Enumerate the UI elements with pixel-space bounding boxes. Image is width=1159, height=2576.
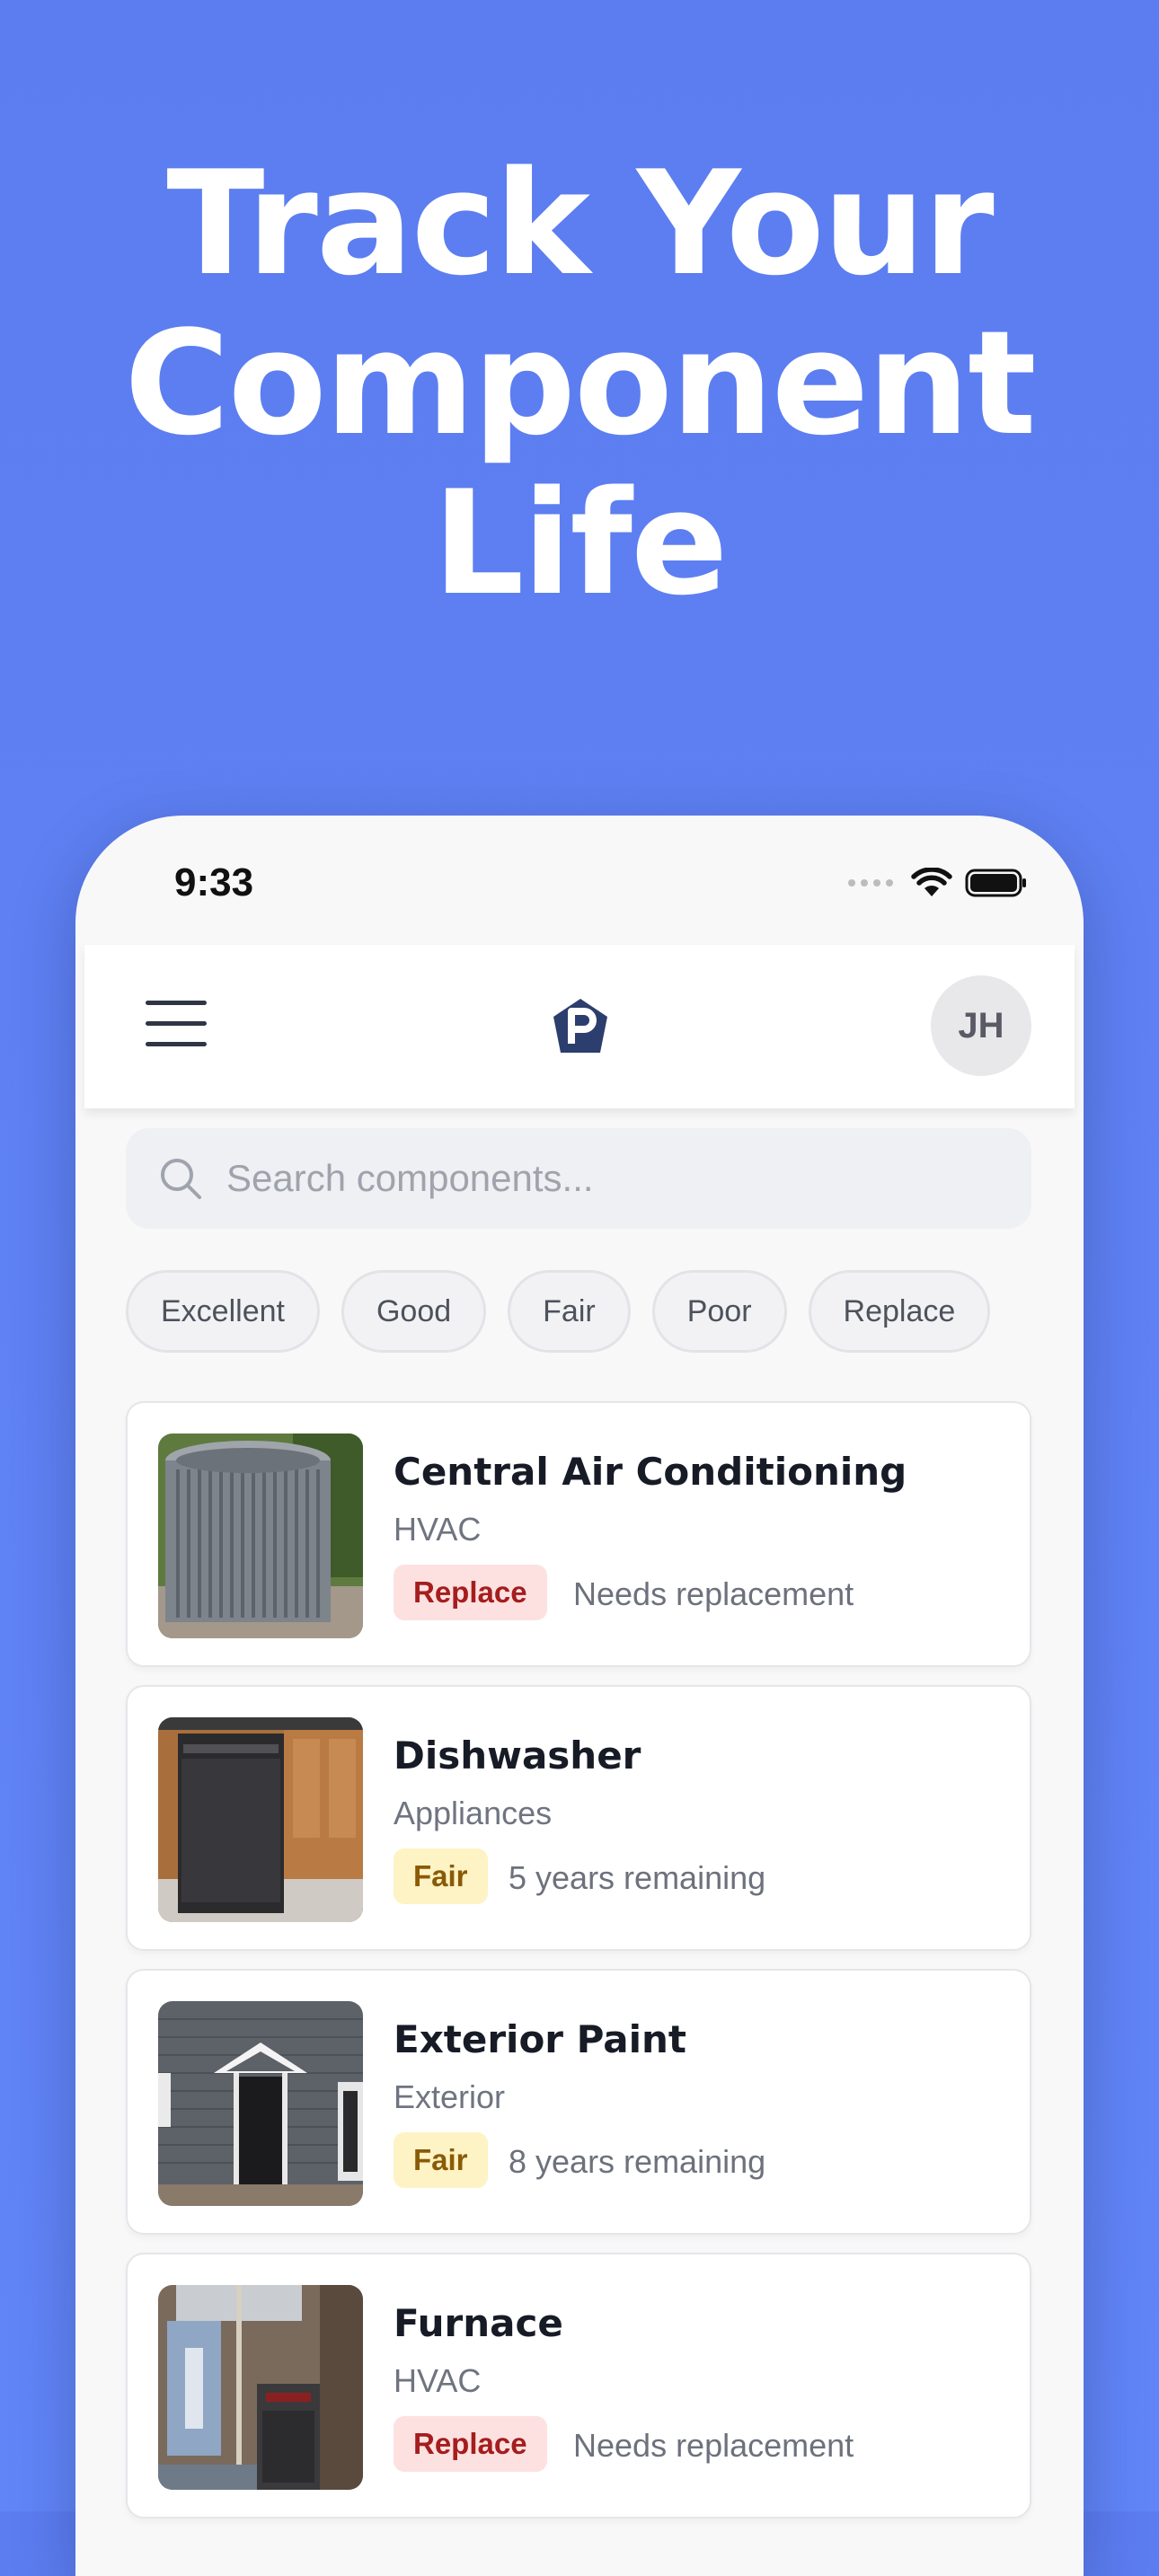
signal-icon <box>848 879 893 887</box>
filter-chip-good[interactable]: Good <box>341 1270 487 1353</box>
component-card[interactable]: Furnace HVAC Replace Needs replacement <box>126 2253 1031 2519</box>
component-list: Central Air Conditioning HVAC Replace Ne… <box>126 1401 1031 2536</box>
lifespan-status: 8 years remaining <box>509 2143 766 2180</box>
phone-mockup: 9:33 JH Search components... Excellent G… <box>75 816 1084 2576</box>
status-time: 9:33 <box>174 860 254 904</box>
hamburger-menu-icon[interactable] <box>146 1001 207 1051</box>
component-category: Exterior <box>394 2078 506 2115</box>
wifi-icon <box>911 868 952 898</box>
search-icon <box>161 1159 201 1199</box>
lifespan-status: Needs replacement <box>573 1575 854 1612</box>
lifespan-status: 5 years remaining <box>509 1859 766 1896</box>
component-category: HVAC <box>394 2362 482 2399</box>
filter-chip-replace[interactable]: Replace <box>808 1270 991 1353</box>
condition-badge: Fair <box>394 2132 488 2188</box>
app-header: JH <box>84 945 1075 1108</box>
status-icons <box>848 868 1028 898</box>
headline-line-2: Component <box>124 299 1036 467</box>
condition-filter-chips: Excellent Good Fair Poor Replace <box>126 1270 991 1353</box>
component-card[interactable]: Central Air Conditioning HVAC Replace Ne… <box>126 1401 1031 1667</box>
component-photo-furnace <box>158 2285 363 2490</box>
component-photo-ac-unit <box>158 1434 363 1638</box>
status-bar: 9:33 <box>75 816 1084 941</box>
user-avatar[interactable]: JH <box>931 975 1031 1076</box>
component-name: Exterior Paint <box>394 2017 687 2061</box>
condition-badge: Fair <box>394 1848 488 1904</box>
filter-chip-poor[interactable]: Poor <box>651 1270 787 1353</box>
lifespan-status: Needs replacement <box>573 2427 854 2464</box>
filter-chip-fair[interactable]: Fair <box>508 1270 631 1353</box>
component-card[interactable]: Dishwasher Appliances Fair 5 years remai… <box>126 1685 1031 1951</box>
search-bar[interactable] <box>126 1128 1031 1229</box>
headline-line-1: Track Your <box>166 139 994 307</box>
component-name: Dishwasher <box>394 1734 641 1778</box>
app-logo-icon <box>550 997 611 1063</box>
component-photo-dishwasher <box>158 1717 363 1922</box>
component-name: Furnace <box>394 2301 563 2345</box>
headline-line-3: Life <box>432 459 729 627</box>
marketing-headline: Track Your Component Life <box>0 144 1159 623</box>
component-name: Central Air Conditioning <box>394 1450 907 1494</box>
condition-badge: Replace <box>394 1565 547 1620</box>
battery-icon <box>965 868 1028 898</box>
component-category: Appliances <box>394 1795 553 1831</box>
component-card[interactable]: Exterior Paint Exterior Fair 8 years rem… <box>126 1969 1031 2235</box>
filter-chip-excellent[interactable]: Excellent <box>126 1270 320 1353</box>
search-input[interactable] <box>225 1156 1031 1201</box>
component-photo-house-exterior <box>158 2001 363 2206</box>
component-category: HVAC <box>394 1511 482 1548</box>
condition-badge: Replace <box>394 2416 547 2472</box>
